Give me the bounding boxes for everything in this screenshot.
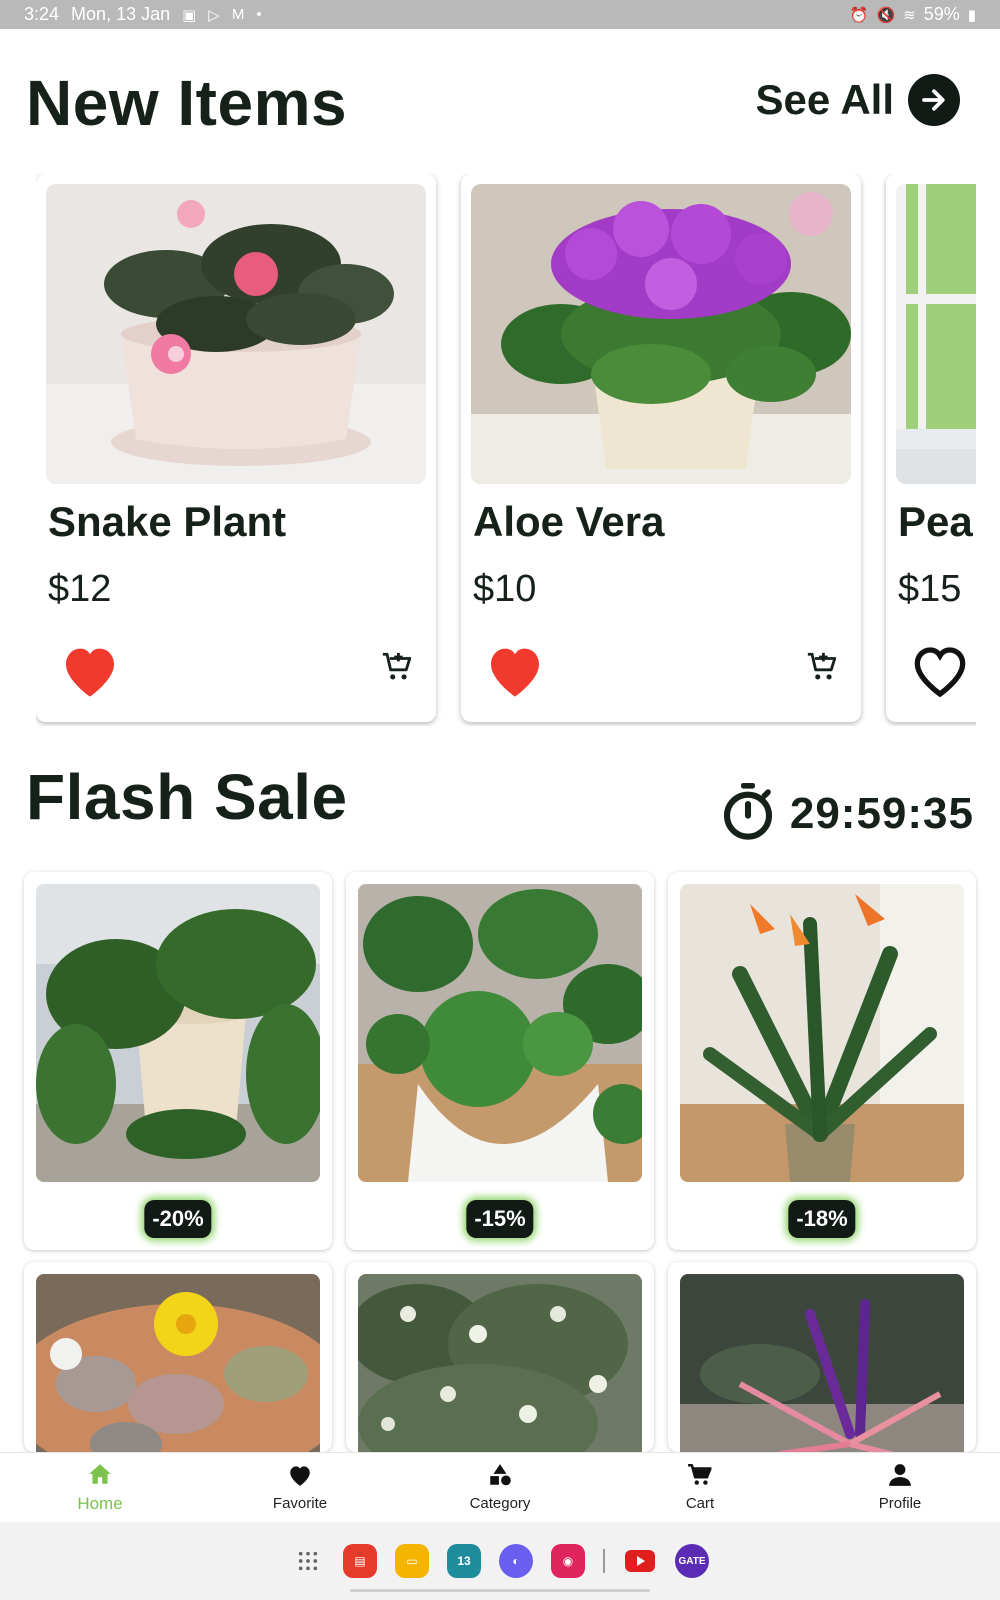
product-image — [896, 184, 976, 484]
arrow-right-icon — [908, 74, 960, 126]
product-name: Snake Plant — [48, 498, 287, 545]
product-image — [680, 884, 964, 1182]
product-price: $12 — [48, 568, 112, 610]
home-icon — [87, 1462, 113, 1491]
product-card[interactable]: Pea $15 — [886, 174, 976, 722]
browser-app-icon[interactable]: ◐ — [499, 1544, 533, 1578]
flash-sale-card[interactable]: -18% — [668, 872, 976, 1250]
stopwatch-icon — [720, 780, 776, 847]
gmail-notification-icon: M — [231, 6, 245, 23]
product-image — [36, 1274, 320, 1452]
discount-badge: -18% — [788, 1200, 856, 1238]
mute-icon: 🔇 — [876, 6, 896, 24]
wifi-icon: ≋ — [903, 6, 916, 24]
flash-sale-title: Flash Sale — [26, 761, 348, 833]
nav-item-favorite[interactable]: Favorite — [200, 1453, 400, 1522]
product-image — [680, 1274, 964, 1452]
category-icon — [487, 1463, 513, 1492]
product-image — [46, 184, 426, 484]
flash-sale-card[interactable] — [668, 1262, 976, 1452]
youtube-app-icon[interactable] — [623, 1544, 657, 1578]
new-items-title: New Items — [26, 67, 348, 139]
nav-item-profile[interactable]: Profile — [800, 1453, 1000, 1522]
nav-label-cart: Cart — [685, 1495, 715, 1512]
product-image — [36, 884, 320, 1182]
favorite-outline-heart-icon[interactable] — [908, 640, 972, 700]
product-image — [358, 1274, 642, 1452]
camera-app-icon[interactable]: ◉ — [551, 1544, 585, 1578]
alarm-icon: ⏰ — [849, 6, 869, 24]
flash-sale-card[interactable] — [346, 1262, 654, 1452]
home-indicator[interactable] — [350, 1589, 650, 1592]
calendar-app-icon[interactable]: 13 — [447, 1544, 481, 1578]
nav-label-home: Home — [77, 1493, 123, 1513]
gallery-notification-icon: ▣ — [182, 6, 197, 24]
discount-badge: -20% — [144, 1200, 212, 1238]
add-to-cart-icon[interactable] — [380, 650, 414, 684]
profile-icon — [887, 1463, 913, 1492]
nav-item-cart[interactable]: Cart — [600, 1453, 800, 1522]
product-card[interactable]: Snake Plant $12 — [36, 174, 436, 722]
nav-label-favorite: Favorite — [272, 1495, 328, 1512]
gate-label: GATE — [678, 1555, 706, 1567]
product-card[interactable]: Aloe Vera $10 — [461, 174, 861, 722]
timer-value: 29:59:35 — [789, 788, 974, 838]
flash-sale-card[interactable]: -20% — [24, 872, 332, 1250]
nav-item-category[interactable]: Category — [400, 1453, 600, 1522]
gate-app-icon[interactable]: GATE — [675, 1544, 709, 1578]
nav-item-home[interactable]: Home — [0, 1453, 200, 1522]
taskbar-divider — [603, 1549, 605, 1573]
discount-badge: -15% — [466, 1200, 534, 1238]
flash-sale-card[interactable] — [24, 1262, 332, 1452]
more-notifications-dot-icon: • — [256, 6, 262, 23]
add-to-cart-icon[interactable] — [805, 650, 839, 684]
battery-percent: 59% — [923, 4, 960, 24]
status-date: Mon, 13 Jan — [71, 4, 171, 24]
nav-label-category: Category — [469, 1495, 531, 1512]
see-all-button[interactable]: See All — [755, 74, 960, 126]
nav-label-profile: Profile — [878, 1495, 922, 1512]
status-time: 3:24 — [24, 4, 60, 24]
flash-sale-card[interactable]: -15% — [346, 872, 654, 1250]
calendar-day: 13 — [457, 1554, 471, 1568]
product-image — [471, 184, 851, 484]
favorite-filled-heart-icon[interactable] — [483, 640, 547, 700]
product-name: Pea — [898, 498, 973, 545]
files-app-icon[interactable]: ▭ — [395, 1544, 429, 1578]
product-price: $15 — [898, 568, 962, 610]
product-name: Aloe Vera — [473, 498, 665, 545]
heart-icon — [287, 1463, 313, 1492]
favorite-filled-heart-icon[interactable] — [58, 640, 122, 700]
see-all-label: See All — [755, 76, 894, 123]
product-image — [358, 884, 642, 1182]
app-drawer-icon[interactable] — [291, 1544, 325, 1578]
flash-sale-timer: 29:59:35 — [720, 780, 974, 847]
notes-app-icon[interactable]: ▤ — [343, 1544, 377, 1578]
status-bar: 3:24 Mon, 13 Jan ▣ ▷ M • ⏰ 🔇 ≋ 59% ▮ — [0, 0, 1000, 29]
battery-icon: ▮ — [967, 6, 976, 24]
product-price: $10 — [473, 568, 537, 610]
new-items-carousel[interactable]: Snake Plant $12 Aloe Vera $10 Pea $15 — [36, 174, 976, 726]
cart-icon — [687, 1463, 713, 1492]
bottom-navigation: Home Favorite Category Cart Profile — [0, 1452, 1000, 1522]
play-store-notification-icon: ▷ — [208, 6, 220, 24]
